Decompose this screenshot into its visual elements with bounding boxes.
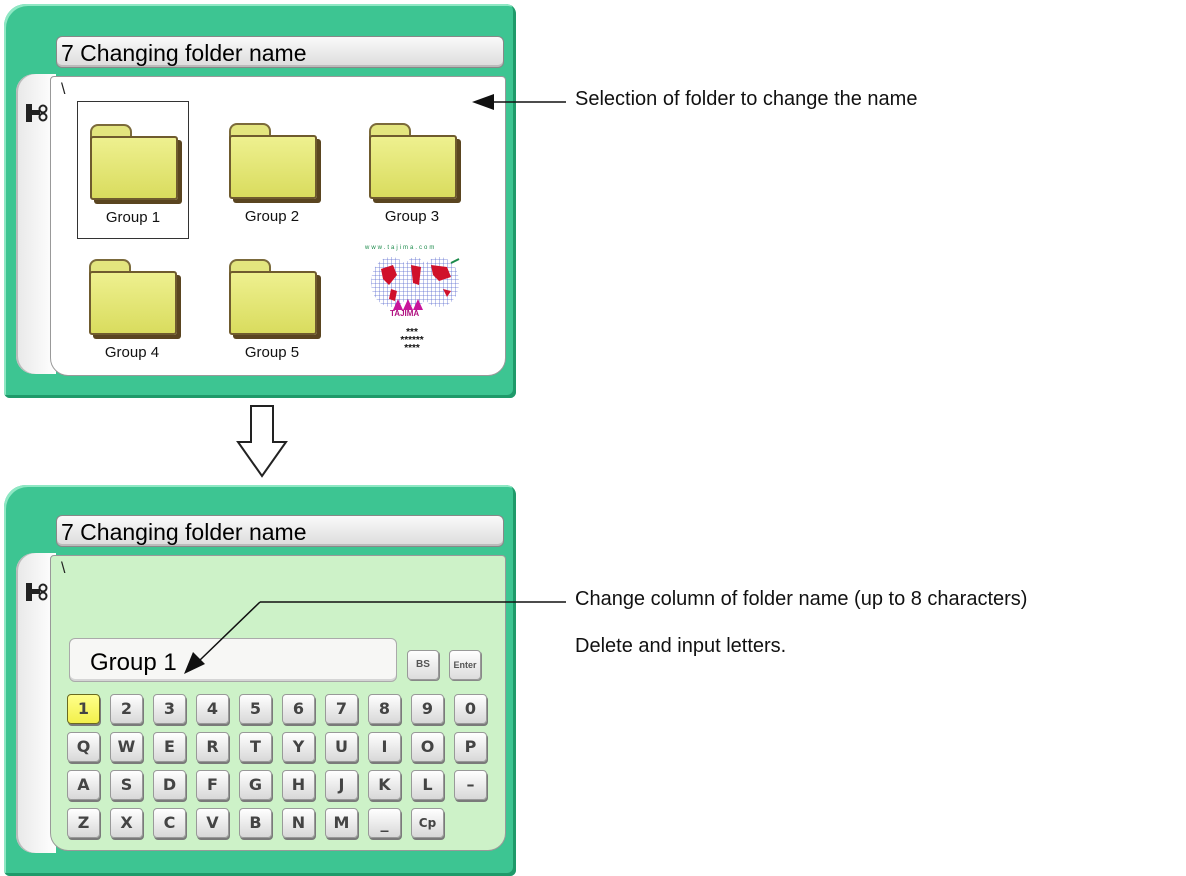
- keyboard-key[interactable]: R: [196, 732, 229, 762]
- keyboard-key[interactable]: M: [325, 808, 358, 838]
- keyboard-key[interactable]: S: [110, 770, 143, 800]
- folder-label: Group 5: [244, 344, 300, 361]
- keyboard-key[interactable]: U: [325, 732, 358, 762]
- logo-site-text: www.tajima.com: [365, 245, 437, 251]
- keyboard-key[interactable]: P: [454, 732, 487, 762]
- keyboard-key[interactable]: Q: [67, 732, 100, 762]
- keyboard-key[interactable]: J: [325, 770, 358, 800]
- keyboard-key[interactable]: A: [67, 770, 100, 800]
- keyboard-key[interactable]: 0: [454, 694, 487, 724]
- folder-icon: [89, 259, 177, 337]
- keyboard-key[interactable]: 6: [282, 694, 315, 724]
- folder-icon: [90, 124, 178, 202]
- annotation-delete-input: Delete and input letters.: [575, 635, 787, 657]
- folder-label: Group 4: [104, 344, 160, 361]
- tool-icon: [26, 104, 48, 122]
- keyboard-key[interactable]: 8: [368, 694, 401, 724]
- keyboard-key[interactable]: 2: [110, 694, 143, 724]
- keyboard-key[interactable]: F: [196, 770, 229, 800]
- folder-item[interactable]: Group 2: [217, 101, 327, 237]
- keyboard-key[interactable]: Z: [67, 808, 100, 838]
- tool-icon: [26, 583, 48, 601]
- keyboard-key[interactable]: T: [239, 732, 272, 762]
- keyboard-key[interactable]: N: [282, 808, 315, 838]
- keyboard-key[interactable]: 9: [411, 694, 444, 724]
- keyboard-key[interactable]: 7: [325, 694, 358, 724]
- keyboard-key[interactable]: E: [153, 732, 186, 762]
- folder-icon: [229, 259, 317, 337]
- keyboard-key[interactable]: K: [368, 770, 401, 800]
- logo-icon[interactable]: www.tajima.com TAJIMA *** ****** ****: [357, 239, 467, 369]
- annotation-change-column: Change column of folder name (up to 8 ch…: [575, 588, 1028, 610]
- screen-title: 7 Changing folder name: [56, 515, 504, 547]
- keyboard-key[interactable]: D: [153, 770, 186, 800]
- rename-panel: \ Group 1 BS Enter 1234567890QWERTYUIOPA…: [50, 555, 506, 851]
- current-path: \: [61, 560, 66, 577]
- keyboard-key[interactable]: C: [153, 808, 186, 838]
- folder-item[interactable]: Group 1: [77, 101, 189, 239]
- keyboard-key[interactable]: G: [239, 770, 272, 800]
- keyboard-key[interactable]: O: [411, 732, 444, 762]
- folder-item[interactable]: Group 5: [217, 237, 327, 373]
- keyboard-key[interactable]: 3: [153, 694, 186, 724]
- folder-icon: [229, 123, 317, 201]
- keyboard-key[interactable]: H: [282, 770, 315, 800]
- logo-stars: *** ****** ****: [400, 327, 424, 354]
- down-arrow-icon: [236, 405, 288, 478]
- backspace-button[interactable]: BS: [407, 650, 439, 680]
- folder-label: Group 1: [105, 209, 161, 226]
- folder-label: Group 3: [384, 208, 440, 225]
- screen-title: 7 Changing folder name: [56, 36, 504, 68]
- keyboard-key[interactable]: W: [110, 732, 143, 762]
- keyboard-key[interactable]: I: [368, 732, 401, 762]
- folder-icon: [369, 123, 457, 201]
- keyboard-key[interactable]: B: [239, 808, 272, 838]
- folder-item[interactable]: Group 4: [77, 237, 187, 373]
- folder-item[interactable]: Group 3: [357, 101, 467, 237]
- keyboard-key[interactable]: 5: [239, 694, 272, 724]
- keyboard-key[interactable]: X: [110, 808, 143, 838]
- folder-label: Group 2: [244, 208, 300, 225]
- current-path: \: [61, 81, 66, 98]
- keyboard-key[interactable]: Y: [282, 732, 315, 762]
- enter-button[interactable]: Enter: [449, 650, 481, 680]
- keyboard-key[interactable]: _: [368, 808, 401, 838]
- keyboard-key[interactable]: 4: [196, 694, 229, 724]
- logo-brand: TAJIMA: [390, 309, 420, 318]
- keyboard-key[interactable]: –: [454, 770, 487, 800]
- keyboard-key[interactable]: L: [411, 770, 444, 800]
- rename-screen: 7 Changing folder name \ Group 1 BS Ente…: [4, 485, 516, 876]
- folder-selection-screen: 7 Changing folder name \ Group 1 Group 2…: [4, 4, 516, 398]
- folder-panel: \ Group 1 Group 2 Group 3 Group 4 Group …: [50, 76, 506, 376]
- keyboard-key[interactable]: V: [196, 808, 229, 838]
- keyboard-key[interactable]: 1: [67, 694, 100, 724]
- annotation-select-folder: Selection of folder to change the name: [575, 88, 918, 110]
- folder-name-input[interactable]: Group 1: [69, 638, 397, 682]
- keyboard-key[interactable]: Cp: [411, 808, 444, 838]
